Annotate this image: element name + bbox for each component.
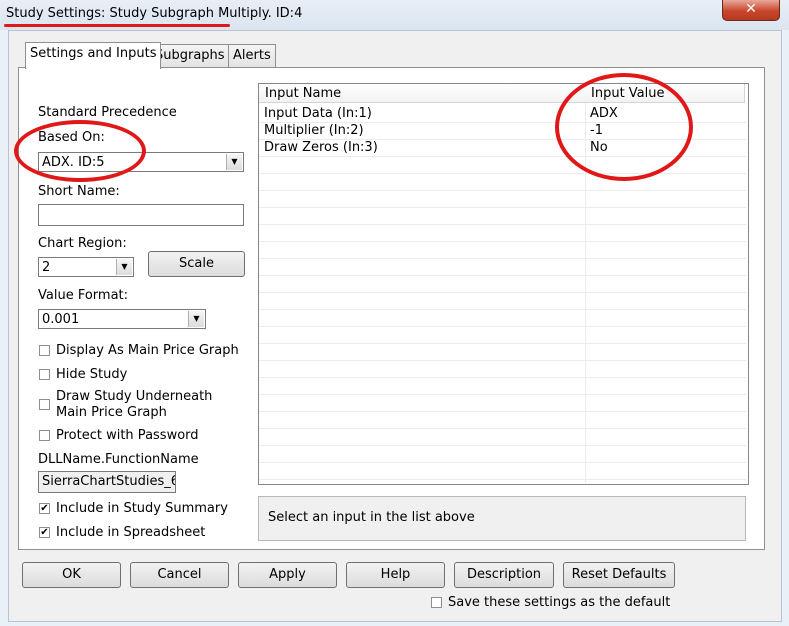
header-label: Input Name (265, 86, 342, 101)
table-row-empty[interactable] (259, 395, 746, 412)
scale-label: Scale (179, 256, 214, 271)
help-text: Select an input in the list above (268, 510, 475, 525)
input-name-cell: Input Data (In:1) (264, 106, 372, 121)
check-icon: ✔ (40, 527, 49, 538)
annotation-underline (4, 24, 230, 27)
chevron-down-icon[interactable]: ▼ (116, 259, 132, 275)
close-button[interactable]: ✕ (722, 0, 780, 21)
help-label: Help (380, 567, 411, 582)
cancel-label: Cancel (157, 567, 202, 582)
table-row-empty[interactable] (259, 429, 746, 446)
draw-underneath-label-2: Main Price Graph (56, 405, 167, 420)
chart-region-select[interactable]: 2 ▼ (38, 257, 134, 277)
close-icon: ✕ (745, 1, 757, 17)
table-row-empty[interactable] (259, 174, 746, 191)
reset-defaults-button[interactable]: Reset Defaults (563, 562, 675, 588)
protect-password-label: Protect with Password (56, 428, 199, 443)
dll-label: DLLName.FunctionName (38, 452, 199, 467)
include-summary-checkbox[interactable]: ✔ (39, 503, 50, 514)
cancel-button[interactable]: Cancel (130, 562, 229, 588)
table-row-empty[interactable] (259, 276, 746, 293)
tab-label: Subgraphs (155, 48, 225, 63)
tab-subgraphs[interactable]: Subgraphs (150, 44, 230, 67)
check-icon: ✔ (40, 503, 49, 514)
reset-defaults-label: Reset Defaults (571, 567, 667, 582)
short-name-input[interactable] (38, 204, 244, 226)
short-name-label: Short Name: (38, 184, 120, 199)
description-button[interactable]: Description (454, 562, 554, 588)
value-format-label: Value Format: (38, 288, 129, 303)
hide-study-label: Hide Study (56, 367, 128, 382)
ok-button[interactable]: OK (22, 562, 121, 588)
apply-button[interactable]: Apply (238, 562, 337, 588)
study-settings-window: Study Settings: Study Subgraph Multiply.… (0, 0, 789, 626)
table-row-empty[interactable] (259, 412, 746, 429)
include-spreadsheet-checkbox[interactable]: ✔ (39, 527, 50, 538)
input-name-cell: Multiplier (In:2) (264, 123, 364, 138)
protect-password-checkbox[interactable] (39, 430, 50, 441)
table-row-empty[interactable] (259, 310, 746, 327)
table-row-empty[interactable] (259, 242, 746, 259)
table-row-empty[interactable] (259, 191, 746, 208)
description-label: Description (466, 567, 542, 582)
draw-underneath-label-1: Draw Study Underneath (56, 389, 213, 404)
value-format-value: 0.001 (42, 312, 80, 327)
table-row-empty[interactable] (259, 361, 746, 378)
scale-button[interactable]: Scale (148, 251, 245, 277)
table-row-empty[interactable] (259, 208, 746, 225)
tab-label: Alerts (233, 48, 271, 63)
chevron-down-icon[interactable]: ▼ (226, 154, 242, 170)
hide-study-checkbox[interactable] (39, 369, 50, 380)
title-bar[interactable]: Study Settings: Study Subgraph Multiply.… (0, 0, 789, 30)
dll-value: SierraChartStudies_64 (42, 474, 176, 489)
table-row-empty[interactable] (259, 225, 746, 242)
standard-precedence-label: Standard Precedence (38, 105, 177, 120)
value-format-select[interactable]: 0.001 ▼ (38, 309, 206, 329)
annotation-circle-input-value (555, 73, 693, 181)
save-default-label: Save these settings as the default (448, 595, 671, 610)
chart-region-value: 2 (42, 260, 51, 275)
input-name-cell: Draw Zeros (In:3) (264, 140, 378, 155)
help-button[interactable]: Help (346, 562, 445, 588)
apply-label: Apply (269, 567, 306, 582)
save-default-checkbox[interactable] (431, 597, 442, 608)
table-row-empty[interactable] (259, 259, 746, 276)
display-main-label: Display As Main Price Graph (56, 343, 239, 358)
table-row-empty[interactable] (259, 344, 746, 361)
chart-region-label: Chart Region: (38, 236, 127, 251)
tab-settings-and-inputs[interactable]: Settings and Inputs (25, 42, 162, 69)
dll-function-input[interactable]: SierraChartStudies_64 (38, 471, 176, 493)
table-row-empty[interactable] (259, 327, 746, 344)
table-row-empty[interactable] (259, 463, 746, 480)
window-title: Study Settings: Study Subgraph Multiply.… (6, 6, 303, 21)
column-header-input-name[interactable]: Input Name (259, 84, 586, 103)
table-row-empty[interactable] (259, 293, 746, 310)
include-summary-label: Include in Study Summary (56, 501, 228, 516)
annotation-circle-based-on (14, 120, 146, 182)
ok-label: OK (62, 567, 81, 582)
display-main-checkbox[interactable] (39, 345, 50, 356)
input-help-box: Select an input in the list above (258, 496, 746, 541)
tab-alerts[interactable]: Alerts (228, 44, 276, 67)
table-row-empty[interactable] (259, 446, 746, 463)
tab-label: Settings and Inputs (30, 46, 157, 61)
draw-underneath-checkbox[interactable] (39, 399, 50, 410)
include-spreadsheet-label: Include in Spreadsheet (56, 525, 206, 540)
table-row-empty[interactable] (259, 378, 746, 395)
chevron-down-icon[interactable]: ▼ (188, 311, 204, 327)
